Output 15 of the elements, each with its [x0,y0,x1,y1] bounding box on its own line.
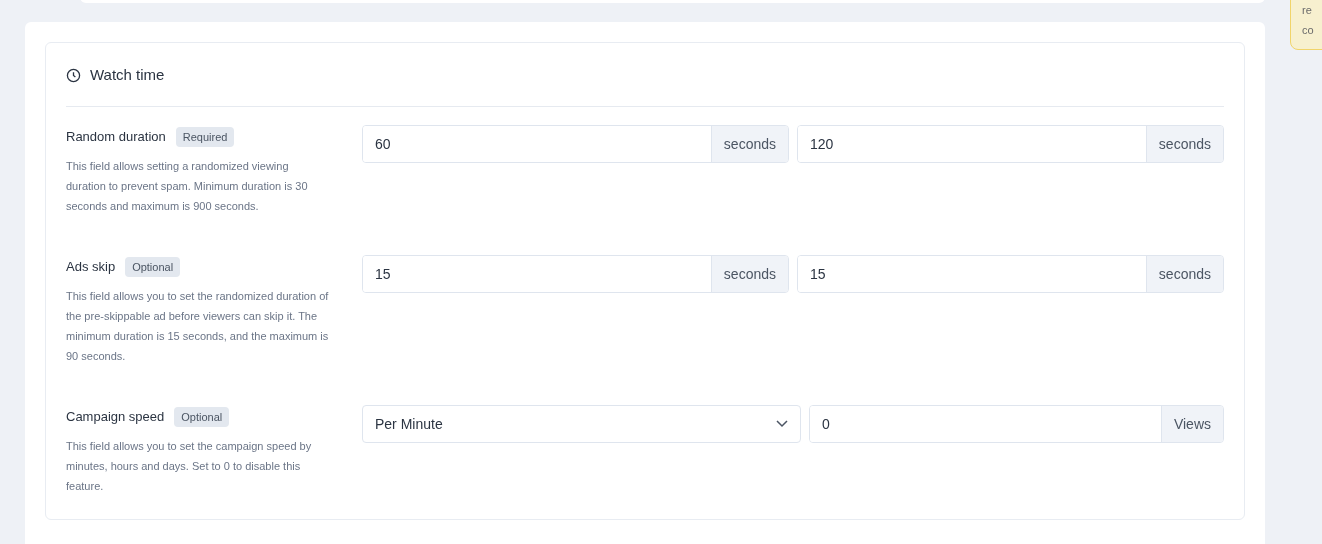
field-label: Ads skip [66,258,116,277]
note-text: co [1302,23,1315,38]
note-text: re [1302,3,1313,18]
field-tag: Optional [174,406,230,428]
section-title: Watch time [90,64,165,85]
field-tag: Required [175,126,235,148]
field-tag: Optional [125,256,181,278]
chevron-down-icon [776,420,788,428]
field-description: This field allows you to set the randomized duration of the pre-skippable ad before viewers can skip it. The minimum duration is 15 seconds, and the maximum is 90 seconds. [66,289,330,364]
select-field[interactable]: Per Minute [362,405,801,443]
field-description: This field allows setting a randomized viewing duration to prevent spam. Minimum duration is 30 seconds and maximum is 900 seconds. [66,159,309,214]
field-description: This field allows you to set the campaign speed by minutes, hours and days. Set to 0 to disable this feature. [66,439,313,494]
clock-icon [66,67,81,83]
field-label: Campaign speed [66,408,165,427]
field-label: Random duration [66,128,166,147]
